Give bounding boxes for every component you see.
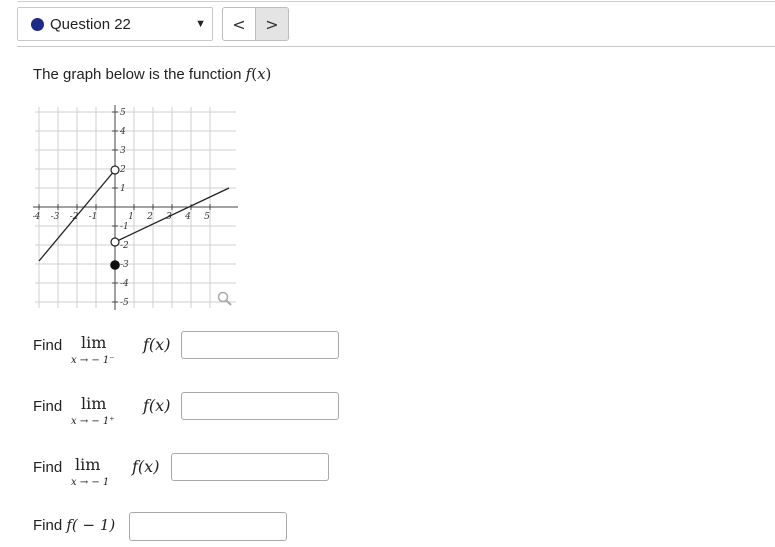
question-select[interactable]: Question 22 ▼ bbox=[17, 7, 213, 41]
find-label: Find bbox=[33, 337, 63, 354]
x-tick-label: 5 bbox=[204, 212, 210, 222]
limit-subscript: x → − 1 bbox=[71, 477, 110, 488]
header-divider bbox=[17, 46, 775, 47]
prev-question-button[interactable]: < bbox=[223, 8, 256, 40]
limit-operator: lim bbox=[81, 333, 107, 352]
y-tick-label: 2 bbox=[119, 165, 126, 175]
limit-function: f(x) bbox=[132, 457, 160, 476]
x-tick-label: -2 bbox=[70, 212, 79, 222]
question-label: Question 22 bbox=[50, 16, 131, 33]
top-border bbox=[17, 1, 775, 2]
find-label: Find bbox=[33, 459, 63, 476]
x-tick-label: -4 bbox=[33, 212, 41, 222]
limit-function: f(x) bbox=[143, 396, 171, 415]
y-tick-label: -4 bbox=[120, 279, 129, 289]
find-label: Find bbox=[33, 517, 63, 534]
answer-input-function-value[interactable] bbox=[129, 512, 287, 541]
magnifier-icon[interactable] bbox=[217, 291, 232, 306]
y-tick-label: -1 bbox=[120, 222, 129, 232]
next-question-button[interactable]: > bbox=[256, 8, 288, 40]
y-tick-label: 5 bbox=[120, 108, 126, 118]
graph-canvas: -5-4-3-2-112345 54321-1-2-3-4-5 bbox=[13, 105, 238, 310]
y-tick-label: 3 bbox=[120, 146, 126, 156]
chevron-right-icon: > bbox=[265, 14, 279, 34]
open-point-lower bbox=[110, 237, 120, 247]
question-status-dot bbox=[31, 18, 44, 31]
limit-operator: lim bbox=[81, 394, 107, 413]
y-tick-label: -3 bbox=[120, 260, 129, 270]
x-tick-label: -1 bbox=[89, 212, 98, 222]
answer-input-left-limit[interactable] bbox=[181, 331, 339, 359]
x-tick-label: 1 bbox=[128, 212, 134, 222]
closed-point bbox=[110, 260, 120, 270]
limit-question-left: Find lim x → − 1⁻ f(x) bbox=[33, 331, 353, 371]
dropdown-caret-icon: ▼ bbox=[195, 18, 206, 30]
y-tick-label: -2 bbox=[120, 241, 129, 251]
limit-question-right: Find lim x → − 1⁺ f(x) bbox=[33, 392, 353, 432]
y-tick-label: -5 bbox=[120, 298, 129, 308]
y-tick-label: 4 bbox=[119, 127, 126, 137]
limit-subscript: x → − 1⁻ bbox=[71, 355, 115, 366]
chevron-left-icon: < bbox=[232, 14, 246, 34]
question-prompt: The graph below is the function f(x) bbox=[33, 65, 272, 83]
question-nav: < > bbox=[222, 7, 289, 41]
answer-input-limit[interactable] bbox=[171, 453, 329, 481]
y-tick-label: 1 bbox=[120, 184, 126, 194]
function-value-text: Find f( − 1) bbox=[33, 516, 115, 534]
limit-operator: lim bbox=[75, 455, 101, 474]
x-tick-label: -3 bbox=[51, 212, 60, 222]
open-point-upper bbox=[110, 165, 120, 175]
function-value-expr: f( − 1) bbox=[66, 516, 116, 534]
x-tick-label: 2 bbox=[146, 212, 153, 222]
prompt-function-var: x bbox=[257, 65, 266, 83]
limit-function: f(x) bbox=[143, 335, 171, 354]
function-graph: -5-4-3-2-112345 54321-1-2-3-4-5 bbox=[13, 105, 238, 315]
find-label: Find bbox=[33, 398, 63, 415]
limit-subscript: x → − 1⁺ bbox=[71, 416, 115, 427]
prompt-text: The graph below is the function bbox=[33, 66, 242, 83]
limit-question-two-sided: Find lim x → − 1 f(x) bbox=[33, 453, 353, 493]
x-tick-label: 4 bbox=[184, 212, 191, 222]
answer-input-right-limit[interactable] bbox=[181, 392, 339, 420]
